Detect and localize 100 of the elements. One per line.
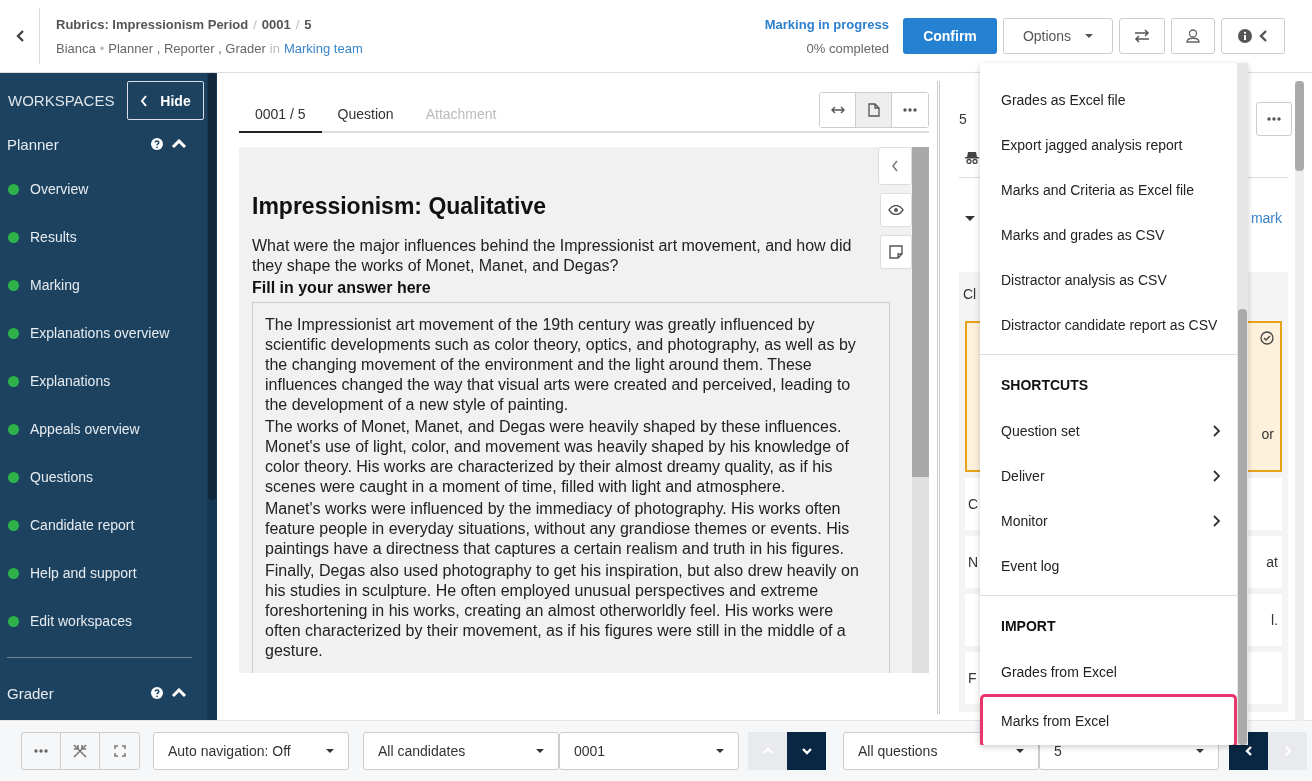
sidebar-item[interactable]: Results	[30, 229, 77, 245]
criteria-heading: Cl	[963, 286, 977, 302]
fullscreen-icon	[113, 745, 126, 757]
menu-item[interactable]: Monitor	[980, 498, 1237, 543]
breadcrumb-item: 0001	[261, 16, 291, 32]
chevron-left-icon	[1258, 29, 1268, 43]
chevron-right-icon	[1211, 513, 1221, 528]
chevron-right-icon	[1211, 468, 1221, 483]
check-circle-icon	[1260, 331, 1274, 345]
sidebar-item[interactable]: Explanations	[30, 373, 111, 389]
user-name: Bianca	[56, 40, 96, 56]
menu-item[interactable]: Grades from Excel	[980, 649, 1237, 694]
menu-heading: IMPORT	[1000, 617, 1057, 636]
sidebar-item[interactable]: Candidate report	[30, 517, 135, 533]
user-button[interactable]	[1171, 18, 1215, 54]
note-button[interactable]	[880, 235, 912, 269]
menu-item[interactable]: Distractor analysis as CSV	[980, 257, 1237, 302]
menu-item[interactable]: Question set	[980, 408, 1237, 453]
caret-down-icon	[536, 749, 544, 753]
menu-item[interactable]: Marks and Criteria as Excel file	[980, 167, 1237, 212]
criterion-text: C	[968, 496, 979, 512]
help-icon	[151, 687, 163, 699]
info-button[interactable]	[1221, 18, 1285, 54]
chevron-left-icon	[140, 94, 149, 107]
breadcrumb-item: 5	[304, 16, 312, 32]
options-button[interactable]: Options	[1003, 18, 1113, 54]
status-label: Marking in progress	[764, 16, 889, 32]
tab[interactable]: Question	[321, 96, 410, 133]
sidebar-item[interactable]: Edit workspaces	[30, 613, 132, 629]
chevron-right-icon	[1211, 423, 1221, 438]
shrink-arrows-icon	[73, 744, 87, 758]
answer-label: Fill in your answer here	[252, 279, 432, 297]
page-view-button[interactable]	[856, 93, 892, 127]
criterion-text: at	[1266, 554, 1278, 570]
chevron-left-icon	[14, 29, 25, 43]
question-text: What were the major influences behind the Impressionist art movement, and how did they shape the works of Monet, Manet, and Degas?	[252, 236, 853, 276]
user-icon	[1186, 29, 1200, 43]
sidebar-item[interactable]: Marking	[30, 277, 80, 293]
more-button[interactable]	[1256, 102, 1292, 136]
incognito-icon	[965, 151, 979, 164]
caret-down-icon[interactable]	[965, 215, 975, 221]
menu-item[interactable]: Event log	[980, 543, 1237, 588]
menu-item[interactable]: Marks and grades as CSV	[980, 212, 1237, 257]
menu-item[interactable]: Distractor candidate report as CSV	[980, 302, 1237, 347]
candidates-dropdown[interactable]: All candidates	[363, 732, 559, 770]
more-icon	[903, 108, 917, 112]
caret-down-icon	[1016, 749, 1024, 753]
note-icon	[889, 245, 903, 259]
progress-label: 0% completed	[806, 40, 889, 56]
hide-button[interactable]: Hide	[127, 81, 204, 120]
criterion-text: or	[1261, 426, 1274, 442]
breadcrumb-separator: /	[253, 16, 257, 32]
chevron-up-icon[interactable]	[171, 688, 187, 698]
criterion-text: l.	[1271, 612, 1278, 628]
auto-navigation-dropdown[interactable]: Auto navigation: Off	[153, 732, 349, 770]
caret-down-icon	[1196, 749, 1204, 753]
menu-heading: SHORTCUTS	[1000, 376, 1090, 395]
sidebar-item[interactable]: Questions	[30, 469, 94, 485]
question-counter: 5	[959, 111, 967, 127]
help-icon	[151, 138, 163, 150]
scrollbar[interactable]	[1295, 81, 1304, 721]
caret-down-icon	[716, 749, 724, 753]
swap-arrows-icon	[1134, 29, 1150, 43]
scrollbar[interactable]	[1237, 63, 1248, 745]
chevron-left-icon	[891, 160, 899, 172]
tab[interactable]: 0001 / 5	[239, 96, 322, 133]
eye-icon	[888, 205, 904, 215]
caret-down-icon	[326, 749, 334, 753]
answer-box[interactable]: The Impressionist art movement of the 19th century was greatly influenced by scientific developments such as color theory, optics, and photography, as well as by the changing movement of the environment and the light around them. These influences changed the way that visual arts were created and perceived, leading to the development of a new style of painting. The works of Monet, Manet, and Degas were heavily shaped by these influences. Monet's use of light, color, and movement was heavily shaped by his knowledge of color theory. His works are characterized by their almost dreamy quality, as if his scenes were caught in a moment of time, filled with light and atmosphere. Manet's works were influenced by the immediacy of photography. His works often feature people in everyday situations, without any grandiose themes or events. His paintings have a directness that captures a certain realism and truth in his figures. Finally, Degas also used photography to get his inspiration, but also drew heavily on his studies in sculpture. He often employed unusual perspectives and extreme foreshortening in his works, creating an almost otherworldly feel. His works were often characterized by their movement, as if his figures were still in the middle of a gesture.	[252, 302, 890, 673]
criterion-text: F	[968, 670, 977, 686]
section-title: Grader	[7, 684, 54, 702]
swap-button[interactable]	[1119, 18, 1165, 54]
chevron-down-icon	[800, 745, 813, 757]
sidebar-item[interactable]: Explanations overview	[30, 325, 170, 341]
section-title: Planner	[7, 135, 59, 153]
scrollbar[interactable]	[912, 147, 929, 673]
breadcrumb-separator: /	[295, 16, 300, 32]
info-icon	[1238, 29, 1252, 43]
sidebar-title: WORKSPACES	[8, 92, 115, 109]
confirm-button[interactable]: Confirm	[903, 18, 997, 54]
team-link[interactable]: Marking team	[283, 40, 363, 56]
mark-link[interactable]: mark	[1250, 210, 1282, 226]
sidebar-item[interactable]: Help and support	[30, 565, 137, 581]
sidebar-item[interactable]: Overview	[30, 181, 89, 197]
question-title: Impressionism: Qualitative	[252, 193, 547, 220]
sidebar-item[interactable]: Appeals overview	[30, 421, 140, 437]
menu-item[interactable]: Grades as Excel file	[980, 77, 1237, 122]
menu-item[interactable]: Export jagged analysis report	[980, 122, 1237, 167]
chevron-up-icon[interactable]	[171, 139, 187, 149]
criterion-text: N	[968, 554, 979, 570]
menu-item[interactable]: Deliver	[980, 453, 1237, 498]
scrollbar[interactable]	[207, 73, 217, 720]
next-button[interactable]	[787, 732, 826, 770]
fit-width-button[interactable]	[820, 93, 856, 127]
in-label: in	[269, 40, 280, 56]
more-icon	[34, 749, 48, 753]
more-icon	[1267, 117, 1281, 121]
preview-button[interactable]	[880, 193, 912, 227]
candidate-dropdown[interactable]: 0001	[559, 732, 739, 770]
user-roles: Planner , Reporter , Grader	[108, 40, 266, 56]
